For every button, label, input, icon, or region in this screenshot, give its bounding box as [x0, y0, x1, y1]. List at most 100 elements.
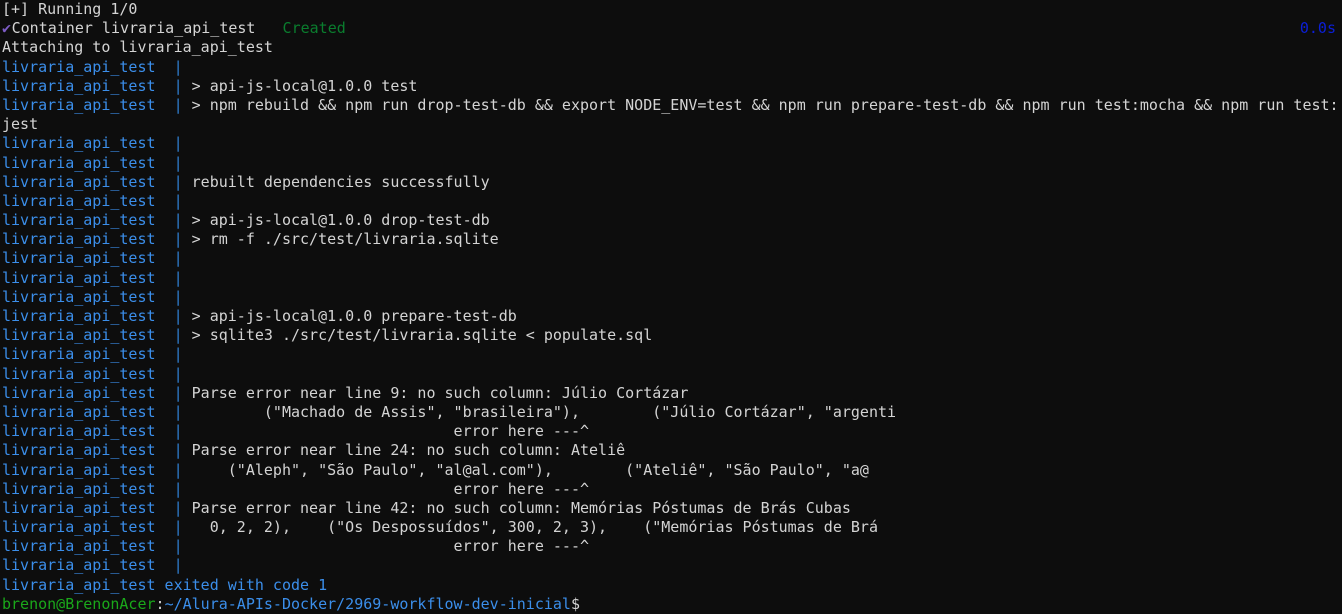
log-line-text: Parse error near line 42: no such column…: [191, 498, 851, 517]
log-line: livraria_api_test | > api-js-local@1.0.0…: [0, 307, 1342, 326]
log-line: livraria_api_test | rebuilt dependencies…: [0, 173, 1342, 192]
log-service-prefix: livraria_api_test: [2, 268, 165, 287]
log-service-prefix: livraria_api_test: [2, 518, 165, 537]
log-line: livraria_api_test | > api-js-local@1.0.0…: [0, 77, 1342, 96]
log-line: livraria_api_test |: [0, 58, 1342, 77]
log-line-text: Parse error near line 9: no such column:…: [191, 383, 689, 402]
log-service-prefix: livraria_api_test: [2, 498, 165, 517]
log-line-text: error here ---^: [191, 479, 590, 498]
log-pipe-separator: |: [164, 422, 192, 441]
log-line: livraria_api_test | Parse error near lin…: [0, 441, 1342, 460]
log-service-prefix: livraria_api_test: [2, 172, 165, 191]
log-line-text: > api-js-local@1.0.0 prepare-test-db: [191, 307, 517, 325]
log-line: livraria_api_test |: [0, 249, 1342, 268]
log-service-prefix: livraria_api_test: [2, 153, 165, 172]
log-line-text: > api-js-local@1.0.0 drop-test-db: [191, 211, 490, 230]
log-pipe-separator: |: [164, 153, 192, 172]
status-gap: [255, 19, 282, 37]
log-service-prefix: livraria_api_test: [2, 556, 165, 575]
log-output: livraria_api_test | livraria_api_test | …: [0, 58, 1342, 576]
log-service-prefix: livraria_api_test: [2, 191, 165, 210]
log-pipe-separator: |: [164, 268, 192, 287]
log-service-prefix: livraria_api_test: [2, 422, 165, 441]
log-pipe-separator: |: [164, 498, 192, 517]
log-pipe-separator: |: [164, 537, 192, 556]
log-line: livraria_api_test | > api-js-local@1.0.0…: [0, 211, 1342, 230]
shell-prompt[interactable]: brenon@BrenonAcer:~/Alura-APIs-Docker/29…: [0, 595, 1342, 614]
log-line-wrap: jest: [2, 115, 39, 134]
log-service-prefix: livraria_api_test: [2, 307, 165, 325]
container-label: Container livraria_api_test: [11, 19, 256, 38]
log-service-prefix: livraria_api_test: [2, 479, 165, 498]
log-line-text: rebuilt dependencies successfully: [191, 172, 490, 191]
log-pipe-separator: |: [164, 556, 192, 575]
log-line: livraria_api_test |: [0, 269, 1342, 288]
elapsed-time: 0.0s: [1299, 19, 1336, 38]
log-line: livraria_api_test | ("Aleph", "São Paulo…: [0, 461, 1342, 480]
log-service-prefix: livraria_api_test: [2, 95, 165, 114]
log-line: livraria_api_test | Parse error near lin…: [0, 384, 1342, 403]
log-service-prefix: livraria_api_test: [2, 402, 165, 421]
prompt-symbol: $: [570, 594, 580, 613]
prompt-path: ~/Alura-APIs-Docker/2969-workflow-dev-in…: [164, 594, 571, 613]
log-line-text: ("Machado de Assis", "brasileira"), ("Jú…: [191, 402, 897, 421]
terminal-window[interactable]: [+] Running 1/0 ✔Container livraria_api_…: [0, 0, 1342, 614]
check-icon: ✔: [2, 19, 12, 38]
prompt-user-host: brenon@BrenonAcer: [2, 594, 156, 613]
log-line: livraria_api_test | error here ---^: [0, 480, 1342, 499]
attaching-line: Attaching to livraria_api_test: [2, 38, 273, 57]
log-pipe-separator: |: [164, 95, 192, 114]
log-line: livraria_api_test | error here ---^: [0, 537, 1342, 556]
log-pipe-separator: |: [164, 307, 192, 325]
log-service-prefix: livraria_api_test: [2, 211, 165, 230]
log-line-text: > api-js-local@1.0.0 test: [191, 76, 418, 95]
log-pipe-separator: |: [164, 249, 192, 268]
log-service-prefix: livraria_api_test: [2, 249, 165, 268]
log-service-prefix: livraria_api_test: [2, 134, 165, 153]
log-line: livraria_api_test |: [0, 556, 1342, 575]
exit-line: livraria_api_test exited with code 1: [0, 576, 1342, 595]
log-pipe-separator: |: [164, 345, 192, 364]
log-pipe-separator: |: [164, 460, 192, 479]
prompt-separator: :: [155, 594, 165, 613]
log-pipe-separator: |: [164, 402, 192, 421]
log-pipe-separator: |: [164, 364, 192, 383]
log-line: livraria_api_test | > sqlite3 ./src/test…: [0, 326, 1342, 345]
log-service-prefix: livraria_api_test: [2, 364, 165, 383]
log-service-prefix: livraria_api_test: [2, 287, 165, 306]
log-line: livraria_api_test | ("Machado de Assis",…: [0, 403, 1342, 422]
log-service-prefix: livraria_api_test: [2, 345, 165, 364]
log-line: livraria_api_test |: [0, 345, 1342, 364]
log-line-text: error here ---^: [191, 422, 590, 441]
log-service-prefix: livraria_api_test: [2, 326, 165, 345]
log-line: livraria_api_test |: [0, 134, 1342, 153]
log-pipe-separator: |: [164, 383, 192, 402]
log-pipe-separator: |: [164, 211, 192, 230]
log-line-text: Parse error near line 24: no such column…: [191, 441, 626, 460]
log-line: livraria_api_test |: [0, 288, 1342, 307]
log-pipe-separator: |: [164, 441, 192, 460]
log-service-prefix: livraria_api_test: [2, 230, 165, 249]
log-pipe-separator: |: [164, 76, 192, 95]
log-line-text: > npm rebuild && npm run drop-test-db &&…: [191, 95, 1339, 114]
log-line: livraria_api_test | Parse error near lin…: [0, 499, 1342, 518]
log-line: livraria_api_test |: [0, 365, 1342, 384]
compose-container-status-row: ✔Container livraria_api_test Created 0.0s: [0, 19, 1342, 38]
log-pipe-separator: |: [164, 518, 192, 537]
log-pipe-separator: |: [164, 287, 192, 306]
log-pipe-separator: |: [164, 230, 192, 249]
log-service-prefix: livraria_api_test: [2, 383, 165, 402]
log-pipe-separator: |: [164, 172, 192, 191]
log-line: livraria_api_test | 0, 2, 2), ("Os Despo…: [0, 518, 1342, 537]
log-line-text: > sqlite3 ./src/test/livraria.sqlite < p…: [191, 326, 653, 345]
log-pipe-separator: |: [164, 134, 192, 153]
log-line-text: > rm -f ./src/test/livraria.sqlite: [191, 230, 499, 249]
log-pipe-separator: |: [164, 191, 192, 210]
log-line-text: error here ---^: [191, 537, 590, 556]
log-pipe-separator: |: [164, 57, 192, 76]
log-line: livraria_api_test |: [0, 192, 1342, 211]
log-service-prefix: livraria_api_test: [2, 441, 165, 460]
log-line: livraria_api_test | error here ---^: [0, 422, 1342, 441]
log-line-text: 0, 2, 2), ("Os Despossuídos", 300, 2, 3)…: [191, 518, 878, 537]
log-line: livraria_api_test | > rm -f ./src/test/l…: [0, 230, 1342, 249]
